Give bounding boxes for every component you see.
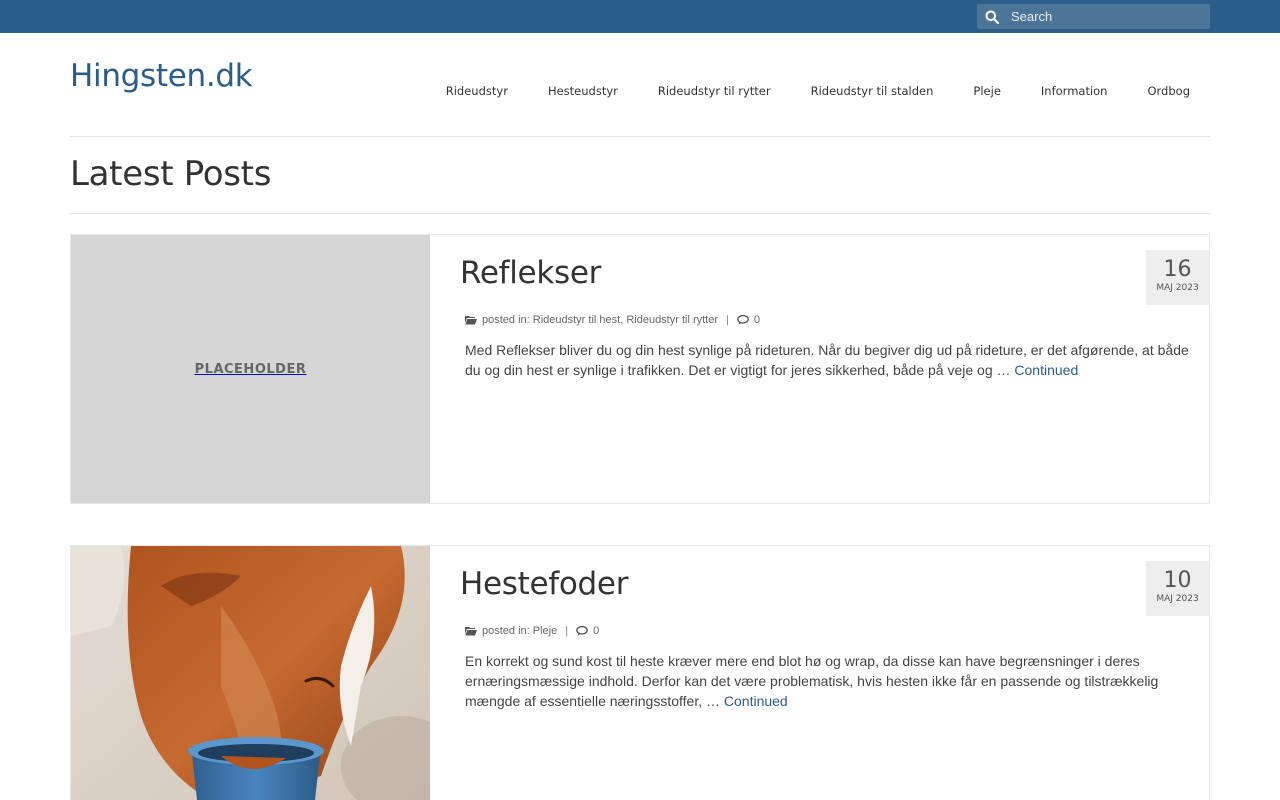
main-nav: Rideudstyr Hesteudstyr Rideudstyr til ry… <box>426 84 1210 98</box>
post-meta: posted in: Pleje | 0 <box>465 625 599 637</box>
placeholder-label: PLACEHOLDER <box>194 361 307 377</box>
nav-item-rideudstyr-til-rytter[interactable]: Rideudstyr til rytter <box>638 84 791 98</box>
category-link[interactable]: Rideudstyr til hest <box>533 314 620 326</box>
post-date: 16 MAJ 2023 <box>1146 250 1209 305</box>
nav-item-hesteudstyr[interactable]: Hesteudstyr <box>528 84 638 98</box>
search-icon[interactable] <box>977 4 1007 29</box>
site-title[interactable]: Hingsten.dk <box>70 58 253 94</box>
post-excerpt-text: En korrekt og sund kost til heste kræver… <box>465 653 1159 709</box>
post-date: 10 MAJ 2023 <box>1146 561 1209 616</box>
header-divider <box>70 136 1210 137</box>
comment-count[interactable]: 0 <box>593 625 599 637</box>
continue-link[interactable]: Continued <box>724 693 788 709</box>
comment-icon <box>737 315 749 325</box>
comment-icon <box>576 626 588 636</box>
continue-link[interactable]: Continued <box>1014 362 1078 378</box>
post-card: PLACEHOLDER Reflekser 16 MAJ 2023 posted… <box>70 234 1210 504</box>
folder-icon <box>465 626 477 636</box>
top-bar <box>0 0 1280 33</box>
page-title: Latest Posts <box>70 154 272 194</box>
post-meta-prefix: posted in: <box>482 625 530 637</box>
post-meta-prefix: posted in: <box>482 314 530 326</box>
post-excerpt: En korrekt og sund kost til heste kræver… <box>465 651 1195 711</box>
post-card: Hestefoder 10 MAJ 2023 posted in: Pleje … <box>70 545 1210 800</box>
horse-eating-photo <box>71 546 430 800</box>
nav-item-information[interactable]: Information <box>1021 84 1128 98</box>
search-box[interactable] <box>977 4 1210 29</box>
post-date-month: MAJ 2023 <box>1156 283 1199 293</box>
search-input[interactable] <box>1007 4 1210 29</box>
post-thumbnail[interactable] <box>71 546 430 800</box>
nav-item-ordbog[interactable]: Ordbog <box>1127 84 1210 98</box>
post-title[interactable]: Reflekser <box>460 255 601 291</box>
nav-item-pleje[interactable]: Pleje <box>953 84 1020 98</box>
post-thumbnail[interactable]: PLACEHOLDER <box>71 235 430 503</box>
post-excerpt: Med Reflekser bliver du og din hest synl… <box>465 340 1195 380</box>
category-link[interactable]: Pleje <box>533 625 557 637</box>
nav-item-rideudstyr[interactable]: Rideudstyr <box>426 84 528 98</box>
nav-item-rideudstyr-til-stalden[interactable]: Rideudstyr til stalden <box>791 84 954 98</box>
folder-icon <box>465 315 477 325</box>
post-title[interactable]: Hestefoder <box>460 566 628 602</box>
comment-count[interactable]: 0 <box>754 314 760 326</box>
placeholder-image: PLACEHOLDER <box>71 235 430 503</box>
category-link[interactable]: Rideudstyr til rytter <box>626 314 718 326</box>
post-meta: posted in: Rideudstyr til hest, Rideudst… <box>465 314 760 326</box>
post-date-day: 16 <box>1163 257 1192 282</box>
post-excerpt-text: Med Reflekser bliver du og din hest synl… <box>465 342 1189 378</box>
post-date-day: 10 <box>1163 568 1192 593</box>
title-divider <box>70 213 1210 214</box>
post-date-month: MAJ 2023 <box>1156 594 1199 604</box>
